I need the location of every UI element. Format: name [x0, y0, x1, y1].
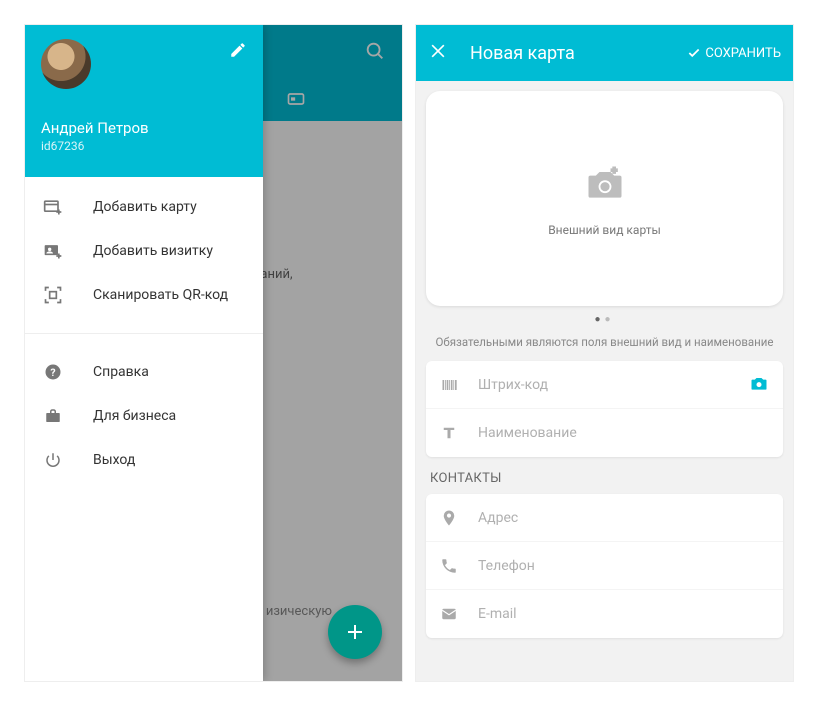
page-title: Новая карта	[470, 43, 687, 64]
menu-scan-qr[interactable]: Сканировать QR-код	[25, 273, 263, 317]
menu-add-contact[interactable]: Добавить визитку	[25, 229, 263, 273]
email-icon	[440, 605, 462, 623]
contact-plus-icon	[41, 241, 65, 261]
fields-main: Штрих-код Наименование	[426, 361, 783, 457]
save-label: СОХРАНИТЬ	[705, 46, 781, 61]
briefcase-icon	[41, 407, 65, 425]
menu-secondary: ? Справка Для бизнеса Выход	[25, 342, 263, 490]
menu-label: Добавить карту	[93, 199, 197, 215]
page-dots: ●●	[426, 314, 783, 325]
phone-field[interactable]: Телефон	[426, 542, 783, 590]
nav-drawer: Андрей Петров id67236 Добавить карту Доб…	[25, 25, 263, 681]
field-placeholder: Телефон	[478, 558, 769, 574]
drawer-header: Андрей Петров id67236	[25, 25, 263, 177]
user-id: id67236	[41, 139, 247, 153]
avatar[interactable]	[41, 39, 91, 89]
menu-add-card[interactable]: Добавить карту	[25, 185, 263, 229]
menu-label: Добавить визитку	[93, 243, 213, 259]
menu-label: Справка	[93, 364, 149, 380]
barcode-field[interactable]: Штрих-код	[426, 361, 783, 409]
save-button[interactable]: СОХРАНИТЬ	[687, 46, 781, 61]
menu-help[interactable]: ? Справка	[25, 350, 263, 394]
close-icon[interactable]	[428, 41, 448, 65]
fields-contacts: Адрес Телефон E-mail	[426, 494, 783, 638]
location-icon	[440, 509, 462, 527]
barcode-icon	[440, 375, 462, 395]
fab-add[interactable]	[328, 605, 382, 659]
card-preview[interactable]: Внешний вид карты	[426, 91, 783, 306]
divider	[25, 333, 263, 334]
screen-drawer: но получить от компаний, жение iDiscount…	[24, 24, 403, 682]
menu-label: Сканировать QR-код	[93, 287, 228, 303]
preview-label: Внешний вид карты	[548, 223, 661, 237]
field-placeholder: Адрес	[478, 510, 769, 526]
menu-business[interactable]: Для бизнеса	[25, 394, 263, 438]
address-field[interactable]: Адрес	[426, 494, 783, 542]
edit-icon[interactable]	[229, 41, 247, 63]
text-icon	[440, 424, 462, 442]
menu-label: Для бизнеса	[93, 408, 176, 424]
contacts-label: КОНТАКТЫ	[430, 471, 779, 486]
camera-icon[interactable]	[749, 373, 769, 397]
phone-icon	[440, 557, 462, 575]
menu-logout[interactable]: Выход	[25, 438, 263, 482]
screen-new-card: Новая карта СОХРАНИТЬ Внешний вид карты …	[415, 24, 794, 682]
field-placeholder: Штрих-код	[478, 377, 749, 393]
hint-text: Обязательными являются поля внешний вид …	[426, 335, 783, 349]
appbar: Новая карта СОХРАНИТЬ	[416, 25, 793, 81]
email-field[interactable]: E-mail	[426, 590, 783, 638]
power-icon	[41, 451, 65, 469]
svg-text:?: ?	[50, 366, 55, 379]
menu-primary: Добавить карту Добавить визитку Сканиров…	[25, 177, 263, 325]
qr-scan-icon	[41, 285, 65, 305]
name-field[interactable]: Наименование	[426, 409, 783, 457]
help-icon: ?	[41, 363, 65, 381]
field-placeholder: Наименование	[478, 425, 769, 441]
menu-label: Выход	[93, 452, 135, 468]
card-plus-icon	[41, 197, 65, 217]
user-name: Андрей Петров	[41, 119, 247, 137]
field-placeholder: E-mail	[478, 606, 769, 622]
camera-plus-icon	[583, 161, 627, 209]
